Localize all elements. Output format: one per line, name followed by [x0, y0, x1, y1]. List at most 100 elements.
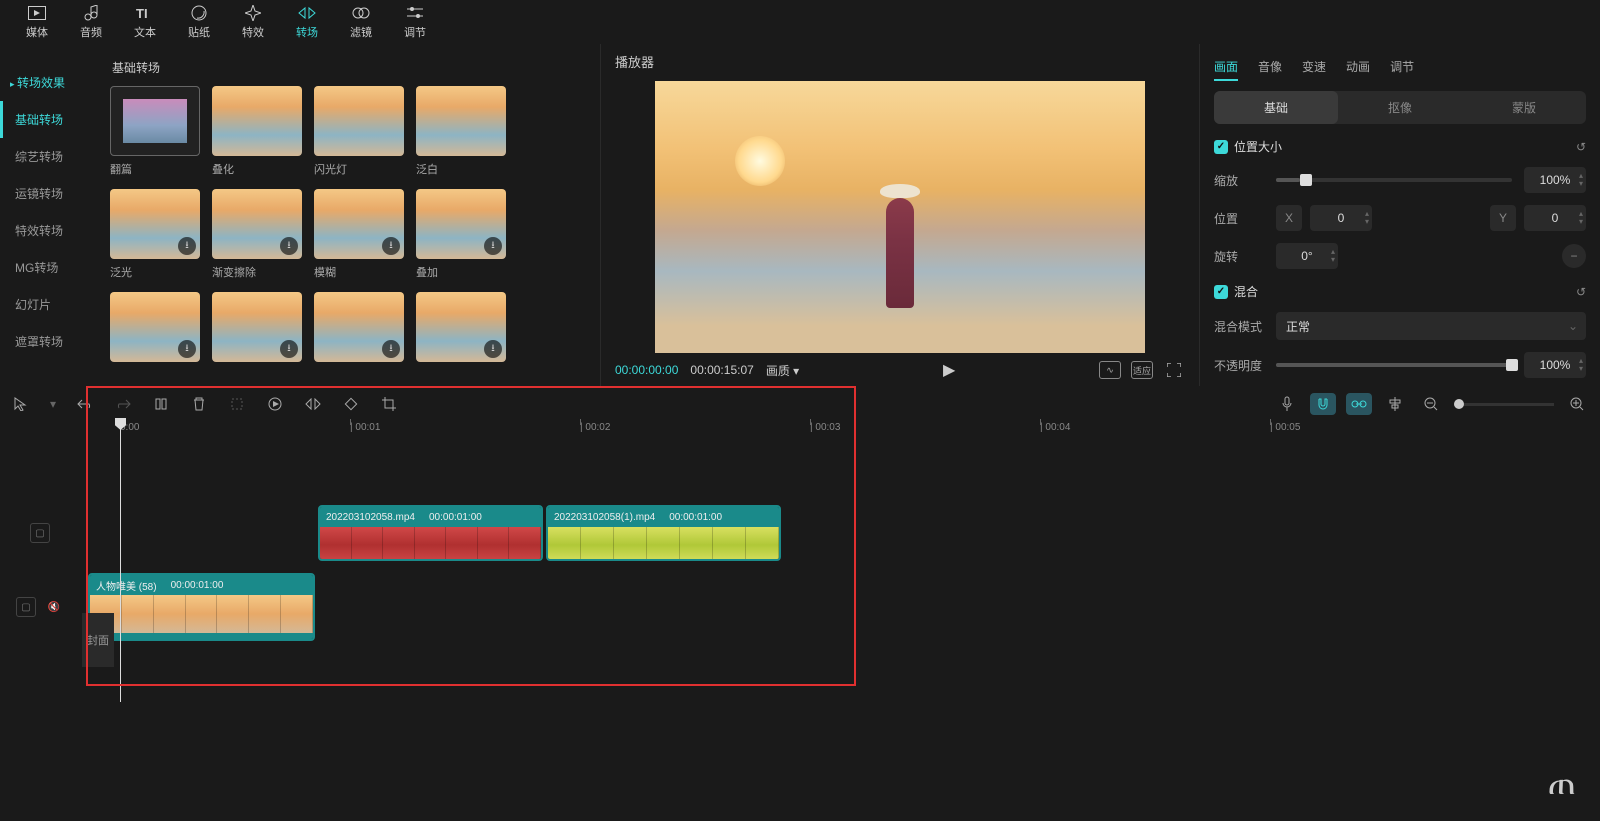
download-icon[interactable]: ⭳: [484, 340, 502, 358]
sidecat-header[interactable]: ▸ 转场效果: [0, 64, 100, 101]
transition-label: 模糊: [314, 264, 404, 280]
sidecat-fx[interactable]: 特效转场: [0, 212, 100, 249]
download-icon[interactable]: ⭳: [178, 237, 196, 255]
current-time: 00:00:00:00: [615, 363, 678, 377]
download-icon[interactable]: ⭳: [382, 340, 400, 358]
fit-button[interactable]: 适应: [1131, 361, 1153, 379]
y-input[interactable]: 0▴▾: [1524, 205, 1586, 231]
link-button[interactable]: [1346, 393, 1372, 415]
download-icon[interactable]: ⭳: [178, 340, 196, 358]
transition-item[interactable]: ⭳叠加: [416, 189, 506, 280]
transition-item[interactable]: 翻篇: [110, 86, 200, 177]
cursor-dropdown[interactable]: ▾: [48, 393, 58, 415]
transition-item[interactable]: ⭳ 渐变擦除: [212, 189, 302, 280]
download-icon[interactable]: ⭳: [280, 237, 298, 255]
sidecat-slide[interactable]: 幻灯片: [0, 286, 100, 323]
tab-audio[interactable]: 音频: [64, 0, 118, 44]
delete-button[interactable]: [188, 393, 210, 415]
transition-item[interactable]: 泛白: [416, 86, 506, 177]
clip[interactable]: 202203102058(1).mp400:00:01:00: [546, 505, 781, 561]
clip-name: 人物唯美 (58): [96, 578, 157, 593]
quality-select[interactable]: 画质 ▾: [766, 362, 799, 379]
mic-button[interactable]: [1274, 393, 1300, 415]
sidecat-mg[interactable]: MG转场: [0, 249, 100, 286]
transition-item[interactable]: ⭳: [314, 292, 404, 362]
transition-item[interactable]: ⭳: [416, 292, 506, 362]
grid-title: 基础转场: [112, 59, 590, 76]
rotate-dir-icon[interactable]: −: [1562, 244, 1586, 268]
playhead[interactable]: [120, 422, 121, 702]
reset-icon[interactable]: ↺: [1576, 285, 1586, 299]
undo-button[interactable]: [74, 393, 96, 415]
scale-slider[interactable]: [1276, 178, 1512, 182]
sidecat-basic[interactable]: 基础转场: [0, 101, 100, 138]
transition-item[interactable]: ⭳泛光: [110, 189, 200, 280]
subtab-cutout[interactable]: 抠像: [1338, 91, 1462, 124]
scope-icon[interactable]: ∿: [1099, 361, 1121, 379]
split-button[interactable]: [150, 393, 172, 415]
freeze-button[interactable]: [264, 393, 286, 415]
magnet-button[interactable]: [1310, 393, 1336, 415]
zoom-out-button[interactable]: [1418, 393, 1444, 415]
preview-area[interactable]: [601, 79, 1199, 354]
track-toggle-icon[interactable]: ▢: [16, 597, 36, 617]
fullscreen-icon[interactable]: [1163, 361, 1185, 379]
play-button[interactable]: ▶: [943, 360, 955, 380]
clip-name: 202203102058(1).mp4: [554, 512, 655, 523]
tab-transition[interactable]: 转场: [280, 0, 334, 44]
transition-item[interactable]: 叠化: [212, 86, 302, 177]
timeline-ruler[interactable]: 0:00 | 00:01 | 00:02 | 00:03 | 00:04 | 0…: [120, 422, 1600, 442]
prop-tab-adjust[interactable]: 调节: [1390, 54, 1414, 81]
zoom-slider[interactable]: [1454, 403, 1554, 406]
redo-button[interactable]: [112, 393, 134, 415]
reset-icon[interactable]: ↺: [1576, 140, 1586, 154]
mute-icon[interactable]: 🔇: [44, 597, 64, 617]
x-input[interactable]: 0▴▾: [1310, 205, 1372, 231]
transition-item[interactable]: ⭳: [110, 292, 200, 362]
opacity-input[interactable]: 100%▴▾: [1524, 352, 1586, 378]
clip[interactable]: 202203102058.mp400:00:01:00: [318, 505, 543, 561]
tab-sticker[interactable]: 贴纸: [172, 0, 226, 44]
scale-input[interactable]: 100%▴▾: [1524, 167, 1586, 193]
transition-item[interactable]: ⭳ 模糊: [314, 189, 404, 280]
rotate-button[interactable]: [340, 393, 362, 415]
download-icon[interactable]: ⭳: [382, 237, 400, 255]
blendmode-select[interactable]: 正常⌄: [1276, 312, 1586, 340]
tab-transition-label: 转场: [296, 24, 318, 40]
ruler-tick: | 00:03: [810, 422, 840, 433]
tab-text[interactable]: TI 文本: [118, 0, 172, 44]
download-icon[interactable]: ⭳: [280, 340, 298, 358]
cover-tab[interactable]: 封面: [82, 613, 114, 667]
track-head: ▢: [0, 523, 80, 543]
blend-checkbox[interactable]: ✓: [1214, 285, 1228, 299]
opacity-slider[interactable]: [1276, 363, 1512, 367]
cursor-tool[interactable]: [10, 393, 32, 415]
crop-off-button[interactable]: [226, 393, 248, 415]
tab-adjust[interactable]: 调节: [388, 0, 442, 44]
tab-media[interactable]: 媒体: [10, 0, 64, 44]
align-button[interactable]: [1382, 393, 1408, 415]
crop-button[interactable]: [378, 393, 400, 415]
zoom-in-button[interactable]: [1564, 393, 1590, 415]
ruler-tick: | 00:04: [1040, 422, 1070, 433]
prop-tab-audio[interactable]: 音像: [1258, 54, 1282, 81]
rotate-input[interactable]: 0°▴▾: [1276, 243, 1338, 269]
transition-item[interactable]: ⭳: [212, 292, 302, 362]
track-toggle-icon[interactable]: ▢: [30, 523, 50, 543]
prop-tab-anim[interactable]: 动画: [1346, 54, 1370, 81]
tab-effects[interactable]: 特效: [226, 0, 280, 44]
sidecat-mask[interactable]: 遮罩转场: [0, 323, 100, 360]
clip[interactable]: 人物唯美 (58)00:00:01:00: [88, 573, 315, 641]
sidecat-variety[interactable]: 综艺转场: [0, 138, 100, 175]
mirror-button[interactable]: [302, 393, 324, 415]
download-icon[interactable]: ⭳: [484, 237, 502, 255]
subtab-mask[interactable]: 蒙版: [1462, 91, 1586, 124]
possize-checkbox[interactable]: ✓: [1214, 140, 1228, 154]
prop-tab-picture[interactable]: 画面: [1214, 54, 1238, 81]
sidecat-camera[interactable]: 运镜转场: [0, 175, 100, 212]
subtab-basic[interactable]: 基础: [1214, 91, 1338, 124]
prop-tab-speed[interactable]: 变速: [1302, 54, 1326, 81]
tab-filter[interactable]: 滤镜: [334, 0, 388, 44]
transition-item[interactable]: 闪光灯: [314, 86, 404, 177]
transition-label: 渐变擦除: [212, 264, 302, 280]
